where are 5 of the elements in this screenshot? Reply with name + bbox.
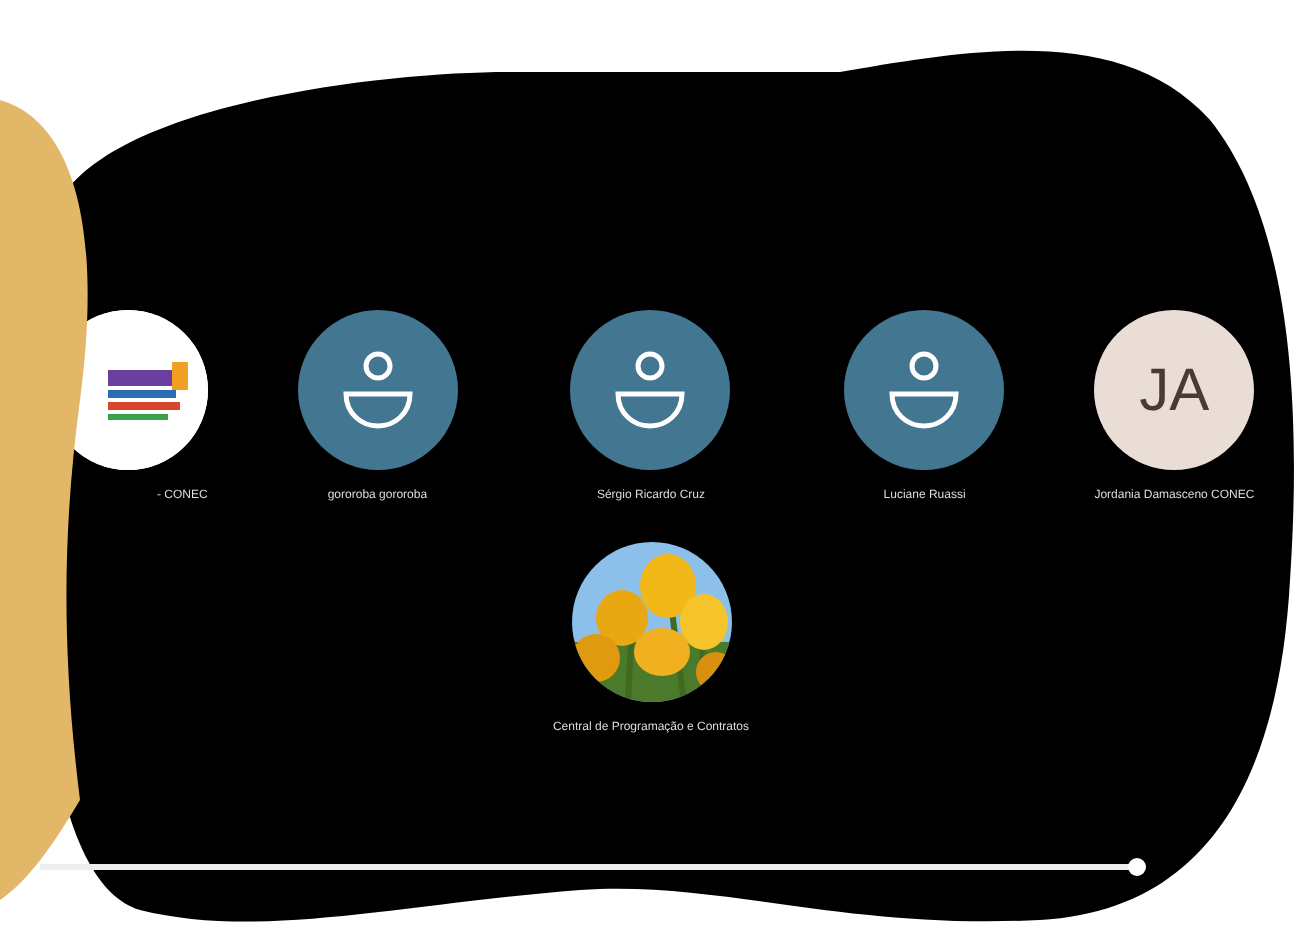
person-icon bbox=[890, 351, 960, 429]
progress-track[interactable] bbox=[40, 858, 1146, 876]
person-icon bbox=[342, 351, 412, 429]
person-icon bbox=[616, 351, 686, 429]
progress-handle[interactable] bbox=[1128, 858, 1146, 876]
